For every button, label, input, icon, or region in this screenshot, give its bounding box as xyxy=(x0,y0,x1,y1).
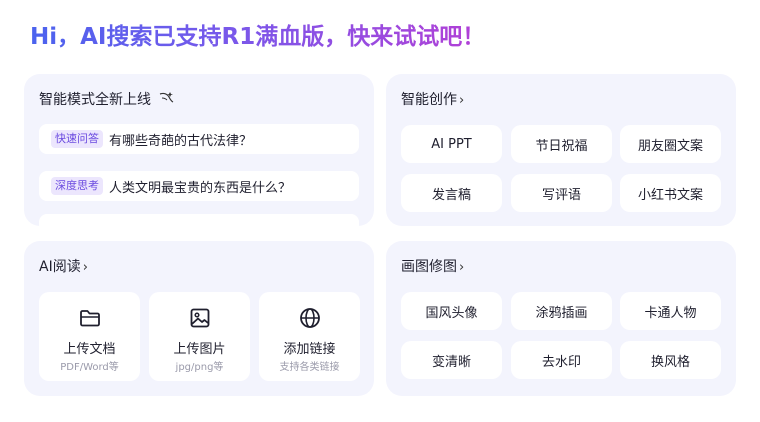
tile-label: 上传图片 xyxy=(173,342,226,357)
ai-read-title-text: AI阅读 xyxy=(39,259,81,275)
chip-moments-copy[interactable]: 朋友圈文案 xyxy=(620,125,721,163)
draw-title[interactable]: 画图修图 › xyxy=(401,257,464,278)
qa-question: 人类文明最宝贵的东西是什么？ xyxy=(109,180,292,196)
draw-card: 画图修图 › 国风头像 涂鸦插画 卡通人物 变清晰 去水印 换风格 xyxy=(386,241,736,396)
smart-mode-title: 智能模式全新上线 xyxy=(39,90,174,110)
chip-speech[interactable]: 发言稿 xyxy=(401,174,502,212)
smart-create-title-text: 智能创作 xyxy=(401,92,457,108)
chevron-right-icon: › xyxy=(459,260,465,275)
tile-label: 添加链接 xyxy=(283,342,336,357)
image-icon xyxy=(188,306,212,330)
smart-create-card: 智能创作 › AI PPT 节日祝福 朋友圈文案 发言稿 写评语 小红书文案 xyxy=(386,74,736,226)
chip-holiday-greeting[interactable]: 节日祝福 xyxy=(511,125,612,163)
folder-icon xyxy=(78,306,102,330)
upload-document-tile[interactable]: 上传文档 PDF/Word等 xyxy=(39,292,140,381)
chevron-right-icon: › xyxy=(459,93,465,108)
chip-doodle-illustration[interactable]: 涂鸦插画 xyxy=(511,292,612,330)
chip-xiaohongshu-copy[interactable]: 小红书文案 xyxy=(620,174,721,212)
chip-remove-watermark[interactable]: 去水印 xyxy=(511,341,612,379)
page-headline: Hi，AI搜索已支持R1满血版，快来试试吧！ xyxy=(30,20,485,54)
chip-change-style[interactable]: 换风格 xyxy=(620,341,721,379)
tile-label: 上传文档 xyxy=(63,342,116,357)
qa-item-peek[interactable] xyxy=(39,214,359,226)
chevron-right-icon: › xyxy=(82,260,88,275)
ai-read-title[interactable]: AI阅读 › xyxy=(39,257,88,278)
qa-question: 有哪些奇葩的古代法律？ xyxy=(109,133,253,149)
chip-sharpen[interactable]: 变清晰 xyxy=(401,341,502,379)
smart-mode-title-text: 智能模式全新上线 xyxy=(39,92,151,108)
qa-item-deep[interactable]: 深度思考 人类文明最宝贵的东西是什么？ xyxy=(39,171,359,201)
draw-title-text: 画图修图 xyxy=(401,259,457,275)
qa-tag: 深度思考 xyxy=(51,177,103,195)
qa-item-quick[interactable]: 快速问答 有哪些奇葩的古代法律？ xyxy=(39,124,359,154)
add-link-tile[interactable]: 添加链接 支持各类链接 xyxy=(259,292,360,381)
chip-cartoon-character[interactable]: 卡通人物 xyxy=(620,292,721,330)
chip-guofeng-avatar[interactable]: 国风头像 xyxy=(401,292,502,330)
smart-create-title[interactable]: 智能创作 › xyxy=(401,90,464,111)
qa-tag: 快速问答 xyxy=(51,130,103,148)
globe-icon xyxy=(298,306,322,330)
ai-read-card: AI阅读 › 上传文档 PDF/Word等 上传图片 jpg/png等 添加链接 … xyxy=(24,241,374,396)
tile-subtext: 支持各类链接 xyxy=(279,362,340,373)
tile-subtext: PDF/Word等 xyxy=(60,362,119,373)
sparkle-icon xyxy=(158,90,174,110)
smart-mode-card: 智能模式全新上线 快速问答 有哪些奇葩的古代法律？ 深度思考 人类文明最宝贵的东… xyxy=(24,74,374,226)
chip-ai-ppt[interactable]: AI PPT xyxy=(401,125,502,163)
upload-image-tile[interactable]: 上传图片 jpg/png等 xyxy=(149,292,250,381)
tile-subtext: jpg/png等 xyxy=(175,362,224,373)
chip-write-comment[interactable]: 写评语 xyxy=(511,174,612,212)
